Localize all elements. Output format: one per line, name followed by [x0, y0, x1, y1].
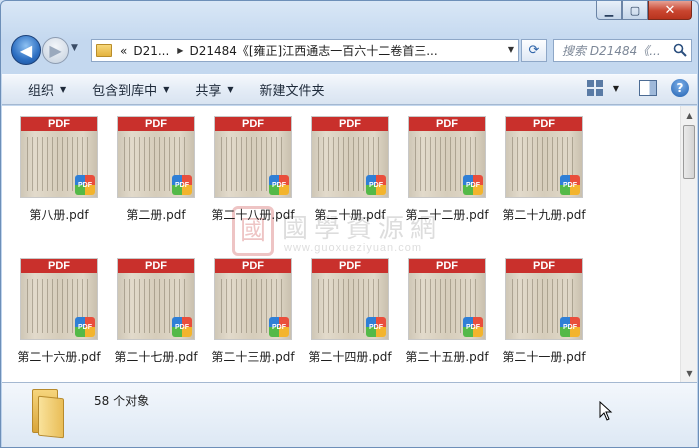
- file-name: 第二十九册.pdf: [502, 208, 586, 222]
- file-list: 國 國學資源網 www.guoxueziyuan.com PDF PDF 第八册.p…: [2, 106, 697, 382]
- file-item[interactable]: PDF PDF 第二十一册.pdf: [487, 248, 586, 368]
- pdf-thumbnail: PDF PDF: [214, 258, 292, 340]
- pdf-app-icon: PDF: [560, 317, 580, 337]
- pdf-banner: PDF: [409, 259, 485, 273]
- scroll-up-arrow-icon[interactable]: ▲: [682, 107, 697, 123]
- share-menu[interactable]: 共享 ▼: [195, 80, 233, 99]
- pdf-banner: PDF: [215, 117, 291, 131]
- pdf-thumbnail: PDF PDF: [311, 258, 389, 340]
- pdf-app-icon: PDF: [172, 175, 192, 195]
- pdf-banner: PDF: [118, 259, 194, 273]
- file-item[interactable]: PDF PDF 第八册.pdf: [2, 106, 98, 226]
- search-input[interactable]: 搜索 D21484《...: [553, 39, 692, 62]
- recent-pages-dropdown[interactable]: ▼: [71, 43, 78, 53]
- file-item[interactable]: PDF PDF 第二十六册.pdf: [2, 248, 101, 368]
- pdf-banner: PDF: [506, 117, 582, 131]
- forward-arrow-icon[interactable]: ▶: [42, 37, 69, 64]
- close-button[interactable]: ✕: [648, 1, 692, 20]
- file-item[interactable]: PDF PDF 第二十七册.pdf: [99, 248, 198, 368]
- preview-pane-icon[interactable]: [639, 80, 657, 96]
- pdf-thumbnail: PDF PDF: [214, 116, 292, 198]
- pdf-app-icon: PDF: [560, 175, 580, 195]
- address-segment-current[interactable]: D21484《[雍正]江西通志一百六十二卷首三...: [189, 42, 459, 59]
- pdf-thumbnail: PDF PDF: [117, 116, 195, 198]
- vertical-scrollbar[interactable]: ▲ ▼: [680, 106, 697, 382]
- chevron-down-icon: ▼: [163, 85, 170, 94]
- chevron-down-icon[interactable]: ▼: [508, 45, 514, 54]
- include-in-library-menu[interactable]: 包含到库中 ▼: [92, 80, 169, 99]
- pdf-thumbnail: PDF PDF: [505, 258, 583, 340]
- pdf-app-icon: PDF: [463, 317, 483, 337]
- pdf-banner: PDF: [21, 117, 97, 131]
- view-options-icon[interactable]: [586, 80, 603, 96]
- new-folder-label: 新建文件夹: [259, 84, 325, 99]
- file-item[interactable]: PDF PDF 第二十三册.pdf: [196, 248, 295, 368]
- chevron-down-icon: ▼: [60, 85, 67, 94]
- pdf-thumbnail: PDF PDF: [311, 116, 389, 198]
- minimize-button[interactable]: ▁: [596, 1, 622, 20]
- file-item[interactable]: PDF PDF 第二十八册.pdf: [196, 106, 295, 226]
- pdf-thumbnail: PDF PDF: [408, 116, 486, 198]
- share-label: 共享: [195, 84, 222, 99]
- pdf-banner: PDF: [215, 259, 291, 273]
- chevron-down-icon[interactable]: ▼: [613, 84, 619, 93]
- file-item[interactable]: PDF PDF 第二册.pdf: [99, 106, 195, 226]
- file-item[interactable]: PDF PDF 第二十册.pdf: [293, 106, 389, 226]
- scrollbar-thumb[interactable]: [683, 125, 695, 179]
- explorer-window: ▁ ▢ ✕ ◀ ▶ ▼ « D21... ▶ D21484《[雍正]江西通志一百…: [0, 0, 699, 448]
- pdf-app-icon: PDF: [463, 175, 483, 195]
- include-in-library-label: 包含到库中: [92, 84, 158, 99]
- pdf-app-icon: PDF: [269, 317, 289, 337]
- pdf-banner: PDF: [312, 259, 388, 273]
- file-item[interactable]: PDF PDF 第二十九册.pdf: [487, 106, 586, 226]
- pdf-thumbnail: PDF PDF: [20, 116, 98, 198]
- pdf-banner: PDF: [21, 259, 97, 273]
- file-item[interactable]: PDF PDF 第二十二册.pdf: [390, 106, 489, 226]
- caption-buttons: ▁ ▢ ✕: [596, 1, 692, 20]
- chevron-down-icon: ▼: [227, 85, 234, 94]
- command-bar: 组织 ▼ 包含到库中 ▼ 共享 ▼ 新建文件夹 ▼ ?: [2, 74, 697, 105]
- pdf-app-icon: PDF: [366, 317, 386, 337]
- refresh-icon[interactable]: ⟳: [521, 39, 547, 62]
- details-pane: 58 个对象: [2, 382, 697, 447]
- pdf-thumbnail: PDF PDF: [408, 258, 486, 340]
- organize-menu[interactable]: 组织 ▼: [28, 80, 66, 99]
- pdf-banner: PDF: [312, 117, 388, 131]
- maximize-button[interactable]: ▢: [622, 1, 648, 20]
- pdf-banner: PDF: [409, 117, 485, 131]
- item-count: 58 个对象: [94, 394, 150, 408]
- search-placeholder: 搜索 D21484《...: [562, 44, 661, 58]
- mouse-cursor-icon: [599, 401, 613, 421]
- address-bar[interactable]: « D21... ▶ D21484《[雍正]江西通志一百六十二卷首三... ▼: [91, 39, 519, 62]
- pdf-banner: PDF: [118, 117, 194, 131]
- file-item[interactable]: PDF PDF 第二十五册.pdf: [390, 248, 489, 368]
- new-folder-button[interactable]: 新建文件夹: [260, 80, 325, 99]
- help-icon[interactable]: ?: [671, 79, 689, 97]
- view-controls: ▼ ?: [586, 79, 689, 97]
- pdf-app-icon: PDF: [75, 175, 95, 195]
- scroll-down-arrow-icon[interactable]: ▼: [682, 365, 697, 381]
- pdf-app-icon: PDF: [172, 317, 192, 337]
- navigation-bar: ◀ ▶ ▼ « D21... ▶ D21484《[雍正]江西通志一百六十二卷首三…: [9, 33, 692, 67]
- organize-label: 组织: [28, 84, 55, 99]
- pdf-thumbnail: PDF PDF: [117, 258, 195, 340]
- address-segment-parent[interactable]: D21...: [133, 44, 169, 58]
- file-name: 第二十一册.pdf: [502, 350, 586, 364]
- pdf-banner: PDF: [506, 259, 582, 273]
- search-icon[interactable]: [673, 43, 687, 57]
- chevron-right-icon[interactable]: ▶: [177, 46, 183, 55]
- pdf-thumbnail: PDF PDF: [20, 258, 98, 340]
- address-overflow[interactable]: «: [120, 44, 127, 58]
- folder-icon: [96, 44, 112, 57]
- pdf-thumbnail: PDF PDF: [505, 116, 583, 198]
- back-arrow-icon[interactable]: ◀: [11, 35, 41, 65]
- pdf-app-icon: PDF: [75, 317, 95, 337]
- pdf-app-icon: PDF: [366, 175, 386, 195]
- pdf-app-icon: PDF: [269, 175, 289, 195]
- file-item[interactable]: PDF PDF 第二十四册.pdf: [293, 248, 392, 368]
- folder-icon: [28, 389, 72, 439]
